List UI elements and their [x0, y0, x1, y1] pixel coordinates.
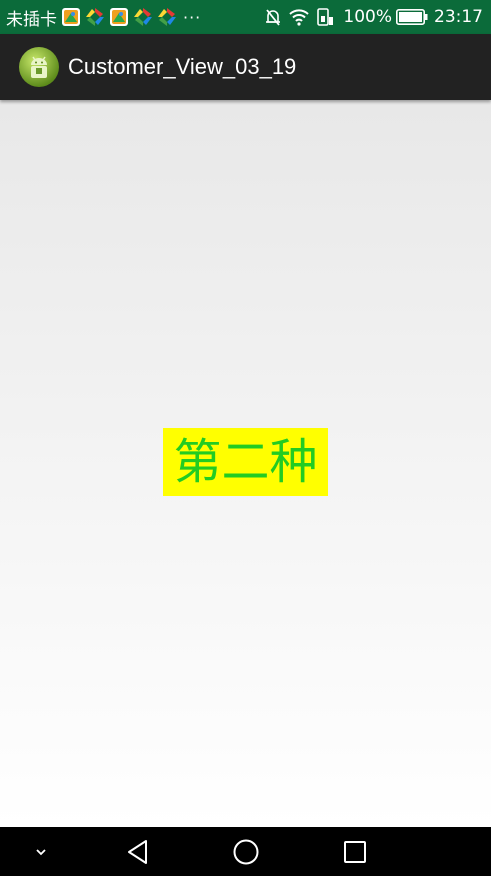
sim-data-icon	[317, 8, 334, 26]
action-bar: Customer_View_03_19	[0, 34, 491, 100]
app-title: Customer_View_03_19	[68, 54, 297, 79]
content-area: 第二种	[0, 100, 491, 827]
sync-notification-icon	[134, 8, 152, 26]
back-button[interactable]	[115, 827, 161, 876]
sync-notification-icon	[158, 8, 176, 26]
collapse-nav-button[interactable]	[20, 827, 62, 876]
collapse-icon	[36, 848, 46, 855]
home-icon	[233, 839, 259, 864]
app-notification-icon	[62, 8, 80, 26]
battery-percent: 100%	[343, 7, 392, 27]
status-bar: 未插卡 ··· 100% 23:17	[0, 0, 491, 34]
app-notification-icon	[110, 8, 128, 26]
clock: 23:17	[434, 7, 483, 27]
carrier-label: 未插卡	[6, 9, 57, 30]
more-notifications-indicator: ···	[183, 7, 202, 27]
recents-button[interactable]	[332, 827, 378, 876]
status-right: 100% 23:17	[257, 7, 483, 27]
navigation-bar	[0, 827, 491, 876]
phone-screen: 未插卡 ··· 100% 23:17 Customer_View_03_19 第…	[0, 0, 491, 876]
android-app-icon[interactable]	[18, 46, 60, 88]
back-icon	[128, 839, 147, 864]
mute-icon	[266, 9, 281, 26]
wifi-icon	[289, 9, 310, 26]
home-button[interactable]	[223, 827, 269, 876]
battery-icon	[396, 9, 428, 25]
recents-icon	[344, 840, 366, 863]
custom-view: 第二种	[163, 428, 328, 496]
sync-notification-icon	[86, 8, 104, 26]
status-left: 未插卡 ···	[6, 5, 257, 30]
